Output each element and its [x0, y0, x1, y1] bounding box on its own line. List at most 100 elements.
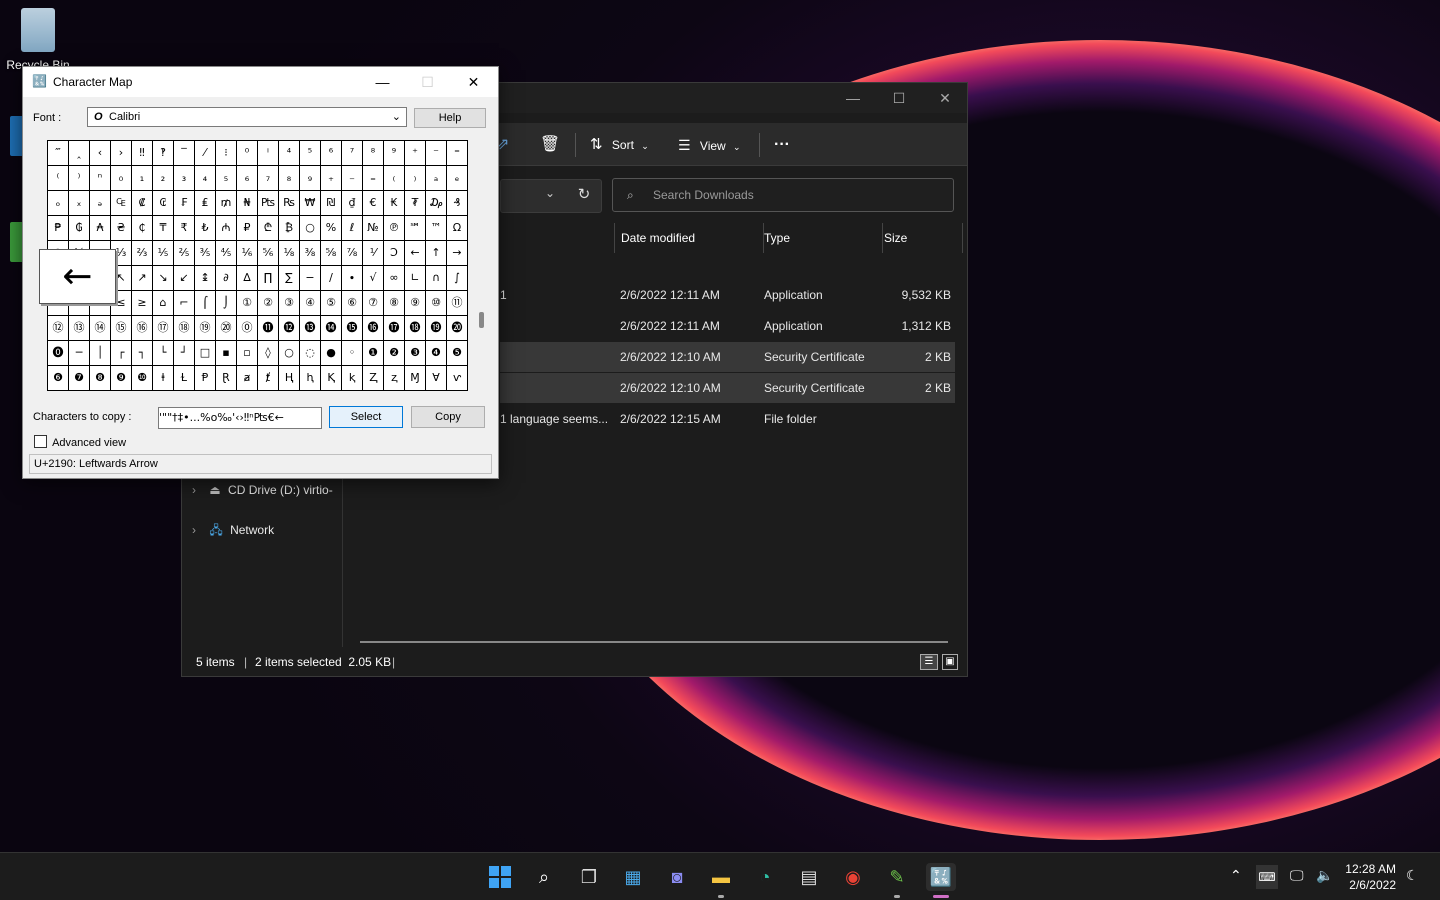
char-cell[interactable]: ⑦	[363, 291, 384, 316]
app-button[interactable]: ✎	[883, 863, 911, 891]
char-cell[interactable]: ↙	[174, 266, 195, 291]
char-cell[interactable]: ₧	[258, 191, 279, 216]
char-cell[interactable]: ⱬ	[384, 366, 405, 391]
char-cell[interactable]: ‸	[69, 141, 90, 166]
char-cell[interactable]: ┌	[111, 341, 132, 366]
char-cell[interactable]: ₋	[342, 166, 363, 191]
edge-button[interactable]: ◔	[751, 863, 779, 891]
char-cell[interactable]: ⱡ	[153, 366, 174, 391]
char-cell[interactable]: ₥	[216, 191, 237, 216]
char-cell[interactable]: ⑭	[90, 316, 111, 341]
char-cell[interactable]: Ⱪ	[321, 366, 342, 391]
char-cell[interactable]: ┘	[174, 341, 195, 366]
char-cell[interactable]: ⁸	[363, 141, 384, 166]
char-cell[interactable]: ❹	[426, 341, 447, 366]
char-cell[interactable]: ⱦ	[258, 366, 279, 391]
char-cell[interactable]: Ⱨ	[279, 366, 300, 391]
char-cell[interactable]: ❽	[90, 366, 111, 391]
char-cell[interactable]: ₮	[405, 191, 426, 216]
char-cell[interactable]: Ɱ	[405, 366, 426, 391]
char-cell[interactable]: ◌	[300, 341, 321, 366]
folder-row[interactable]: 1 language seems... 2/6/2022 12:15 AM Fi…	[500, 404, 955, 434]
char-cell[interactable]: Ω	[447, 216, 468, 241]
char-cell[interactable]: ₍	[384, 166, 405, 191]
checkbox-box[interactable]	[34, 435, 47, 448]
char-cell[interactable]: ③	[279, 291, 300, 316]
char-cell[interactable]: ⌠	[195, 291, 216, 316]
maximize-button[interactable]: ☐	[876, 83, 922, 113]
char-cell[interactable]: ₢	[153, 191, 174, 216]
char-cell[interactable]: ₀	[111, 166, 132, 191]
char-cell[interactable]: ⑩	[426, 291, 447, 316]
char-cell[interactable]: ₪	[321, 191, 342, 216]
horizontal-scrollbar[interactable]	[360, 641, 948, 643]
char-cell[interactable]: ≥	[132, 291, 153, 316]
char-cell[interactable]: ←	[405, 241, 426, 266]
character-map-taskbar-button[interactable]: 🔣	[926, 863, 956, 891]
char-cell[interactable]: №	[363, 216, 384, 241]
char-cell[interactable]: ₹	[174, 216, 195, 241]
char-cell[interactable]: ∙	[342, 266, 363, 291]
char-cell[interactable]: ₊	[321, 166, 342, 191]
char-cell[interactable]: ⑯	[132, 316, 153, 341]
char-cell[interactable]: ₄	[195, 166, 216, 191]
char-cell[interactable]: ⑲	[195, 316, 216, 341]
task-view-button[interactable]: ❐	[575, 863, 603, 891]
char-cell[interactable]: ₴	[111, 216, 132, 241]
char-cell[interactable]: ₠	[111, 191, 132, 216]
char-cell[interactable]: ④	[300, 291, 321, 316]
char-cell[interactable]: ─	[69, 341, 90, 366]
volume-muted-icon[interactable]: 🔈	[1316, 867, 1333, 884]
char-cell[interactable]: −	[300, 266, 321, 291]
char-cell[interactable]: €	[363, 191, 384, 216]
char-cell[interactable]: ₃	[174, 166, 195, 191]
char-cell[interactable]: ₁	[132, 166, 153, 191]
char-cell[interactable]: ⑰	[153, 316, 174, 341]
char-cell[interactable]: ₾	[258, 216, 279, 241]
char-cell[interactable]: ⓭	[300, 316, 321, 341]
char-cell[interactable]: ∟	[405, 266, 426, 291]
char-cell[interactable]: ‽	[153, 141, 174, 166]
char-cell[interactable]: ›	[111, 141, 132, 166]
char-cell[interactable]: ⁹	[384, 141, 405, 166]
help-button[interactable]: Help	[414, 108, 486, 128]
advanced-view-checkbox[interactable]: Advanced view	[34, 435, 126, 451]
char-cell[interactable]: ❸	[405, 341, 426, 366]
char-cell[interactable]: ∑	[279, 266, 300, 291]
char-cell[interactable]: │	[90, 341, 111, 366]
char-cell[interactable]: ↨	[195, 266, 216, 291]
char-cell[interactable]: ❺	[447, 341, 468, 366]
char-cell[interactable]: ❻	[48, 366, 69, 391]
char-cell[interactable]: ⓴	[447, 316, 468, 341]
char-cell[interactable]: ⑤	[321, 291, 342, 316]
char-cell[interactable]: ∞	[384, 266, 405, 291]
font-dropdown[interactable]: O Calibri ⌄	[87, 107, 407, 127]
char-cell[interactable]: ₩	[300, 191, 321, 216]
char-cell[interactable]: ‴	[48, 141, 69, 166]
char-cell[interactable]: ‹	[90, 141, 111, 166]
char-cell[interactable]: ₼	[216, 216, 237, 241]
char-cell[interactable]: ₔ	[90, 191, 111, 216]
char-cell[interactable]: ⓬	[279, 316, 300, 341]
char-cell[interactable]: ₿	[279, 216, 300, 241]
char-cell[interactable]: ⑳	[216, 316, 237, 341]
column-header-type[interactable]: Type	[758, 223, 883, 253]
keyboard-icon[interactable]: ⌨	[1256, 865, 1278, 889]
search-button[interactable]: ⌕	[530, 863, 558, 891]
char-cell[interactable]: ①	[237, 291, 258, 316]
char-cell[interactable]: ∫	[447, 266, 468, 291]
char-cell[interactable]: ⓪	[237, 316, 258, 341]
file-row-selected[interactable]: 2/6/2022 12:10 AM Security Certificate 2…	[500, 373, 955, 403]
char-cell[interactable]: ₨	[279, 191, 300, 216]
copy-button[interactable]: Copy	[411, 406, 485, 428]
chat-button[interactable]: ◙	[663, 863, 691, 891]
char-cell[interactable]: ₸	[153, 216, 174, 241]
char-cell[interactable]: ⁿ	[90, 166, 111, 191]
tiles-view-icon[interactable]: ▣	[942, 654, 958, 670]
nav-item-network[interactable]: › 🖧 Network	[192, 518, 274, 542]
char-cell[interactable]: ₽	[237, 216, 258, 241]
char-cell[interactable]: ⁝	[216, 141, 237, 166]
more-options-button[interactable]: ···	[774, 131, 790, 159]
char-cell[interactable]: ❼	[69, 366, 90, 391]
char-cell[interactable]: ⅝	[321, 241, 342, 266]
